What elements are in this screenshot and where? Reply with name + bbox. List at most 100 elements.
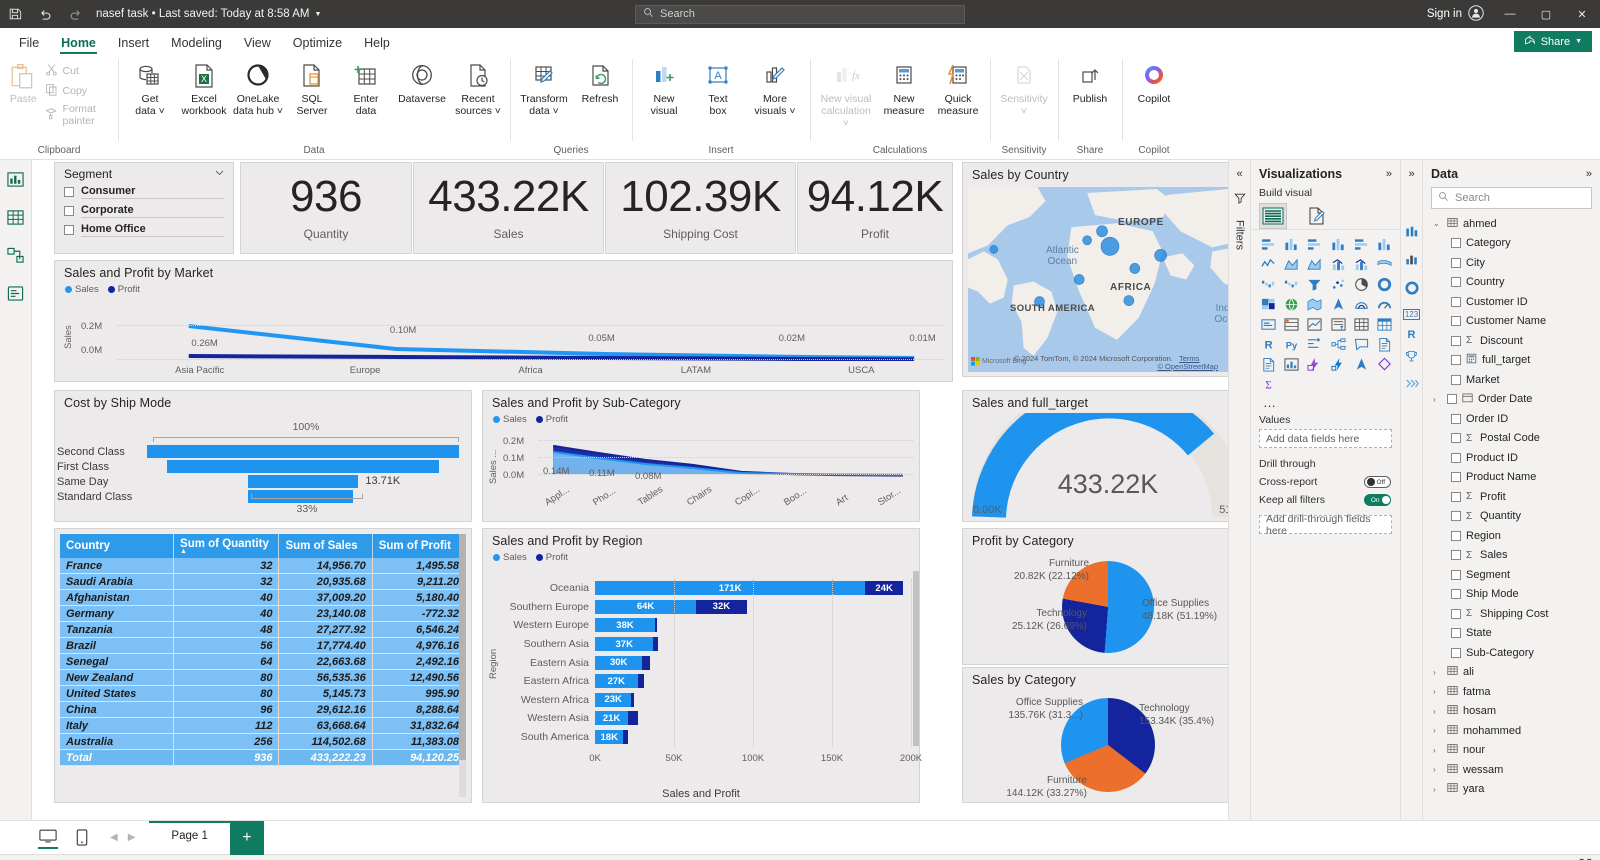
python-visual-icon[interactable]: Py: [1280, 335, 1302, 354]
sigma-icon[interactable]: Σ: [1257, 375, 1279, 394]
quick-measure-button[interactable]: Quick measure: [931, 56, 985, 118]
chevron-double-right-icon[interactable]: »: [1408, 168, 1414, 180]
table-row[interactable]: Brazil 56 17,774.40 4,976.16: [60, 637, 466, 654]
table-row[interactable]: Australia 256 114,502.68 11,383.08: [60, 733, 466, 750]
new-measure-button[interactable]: New measure: [877, 56, 931, 118]
visual-profit-by-category[interactable]: Profit by Category Furniture 20.82K (22.…: [962, 528, 1228, 665]
ribbon-tab-optimize[interactable]: Optimize: [282, 33, 353, 54]
table-row[interactable]: Italy 112 63,668.64 31,832.64: [60, 717, 466, 734]
table-icon[interactable]: [1350, 315, 1372, 334]
checkbox-icon[interactable]: [1451, 472, 1461, 483]
region-profit-bar[interactable]: [637, 674, 644, 689]
region-sales-bar[interactable]: 38K: [595, 618, 656, 633]
card-icon[interactable]: [1257, 315, 1279, 334]
checkbox-icon[interactable]: [1451, 628, 1461, 639]
visual-kpi-quantity[interactable]: 936 Quantity: [240, 162, 412, 254]
chevron-left-icon[interactable]: ◀: [110, 832, 118, 843]
share-button[interactable]: Share ▼: [1513, 31, 1592, 52]
qa-visual-icon[interactable]: [1350, 335, 1372, 354]
ribbon-chart-icon[interactable]: [1374, 255, 1396, 274]
region-bar-row[interactable]: Southern Asia 37K: [499, 635, 911, 654]
checkbox-icon[interactable]: [64, 206, 74, 216]
chevron-right-icon[interactable]: ▶: [128, 832, 136, 843]
data-table-node-ali[interactable]: › ali: [1423, 663, 1600, 683]
build-visual-icon[interactable]: [1259, 203, 1287, 229]
chevron-right-icon[interactable]: ›: [1433, 707, 1442, 716]
model-view-icon[interactable]: [5, 244, 27, 266]
checkbox-icon[interactable]: [1451, 355, 1461, 366]
data-field-category[interactable]: Category: [1423, 234, 1600, 254]
visual-sales-profit-by-sub-category[interactable]: Sales and Profit by Sub-Category Sales P…: [482, 390, 920, 522]
region-bar-row[interactable]: Western Africa 23K: [499, 691, 911, 710]
region-sales-bar[interactable]: 21K: [595, 711, 629, 726]
format-visual-icon[interactable]: [1303, 203, 1331, 229]
close-button[interactable]: ✕: [1564, 0, 1600, 28]
funnel-chart-icon[interactable]: [1304, 275, 1326, 294]
visual-kpi-sales[interactable]: 433.22K Sales: [413, 162, 604, 254]
visual-sales-by-country-map[interactable]: Sales by Country EUROPE AFRICA SOUTH AME…: [962, 162, 1228, 377]
checkbox-icon[interactable]: [1451, 530, 1461, 541]
data-field-quantity[interactable]: Σ Quantity: [1423, 507, 1600, 527]
chevron-double-right-icon[interactable]: »: [1386, 168, 1392, 180]
funnel-row[interactable]: Same Day 13.71K: [55, 474, 459, 489]
chevron-down-icon[interactable]: [214, 167, 225, 181]
copy-button[interactable]: Copy: [42, 82, 113, 100]
checkbox-icon[interactable]: [1451, 452, 1461, 463]
cut-button[interactable]: Cut: [42, 62, 113, 80]
region-bar-row[interactable]: Eastern Asia 30K: [499, 653, 911, 672]
region-bar-row[interactable]: Eastern Africa 27K: [499, 672, 911, 691]
region-sales-bar[interactable]: 23K: [595, 692, 632, 707]
chevron-down-icon[interactable]: ▼: [315, 11, 322, 18]
data-field-region[interactable]: Region: [1423, 526, 1600, 546]
stacked-area-chart-icon[interactable]: [1304, 255, 1326, 274]
chevron-down-icon[interactable]: ▼: [1575, 38, 1582, 45]
data-search-input[interactable]: Search: [1431, 187, 1592, 209]
keep-all-filters-toggle[interactable]: On: [1364, 494, 1391, 506]
paste-button[interactable]: Paste: [5, 56, 42, 106]
waterfall2-icon[interactable]: [1280, 275, 1302, 294]
table-row[interactable]: Germany 40 23,140.08 -772.32: [60, 605, 466, 622]
report-view-icon[interactable]: [5, 168, 27, 190]
visual-cost-by-ship-mode[interactable]: Cost by Ship Mode 100% Second Class Firs: [54, 390, 472, 522]
chevron-right-icon[interactable]: ›: [1433, 746, 1442, 755]
region-profit-bar[interactable]: [642, 655, 651, 670]
line-stacked-column-icon[interactable]: [1327, 255, 1349, 274]
data-field-order-date[interactable]: › Order Date: [1423, 390, 1600, 410]
azure-map-icon[interactable]: [1350, 295, 1372, 314]
data-field-product-name[interactable]: Product Name: [1423, 468, 1600, 488]
table-column-sum-of-sales[interactable]: Sum of Sales: [278, 534, 373, 558]
checkbox-icon[interactable]: [1451, 374, 1461, 385]
visual-kpi-profit[interactable]: 94.12K Profit: [797, 162, 953, 254]
checkbox-icon[interactable]: [64, 187, 74, 197]
maximize-button[interactable]: ▢: [1528, 0, 1564, 28]
mobile-view-icon[interactable]: [72, 827, 92, 849]
region-sales-bar[interactable]: 64K: [595, 599, 697, 614]
data-field-country[interactable]: Country: [1423, 273, 1600, 293]
data-table-node-yara[interactable]: › yara: [1423, 780, 1600, 800]
values-field-well[interactable]: Add data fields here: [1259, 429, 1392, 448]
data-field-postal-code[interactable]: Σ Postal Code: [1423, 429, 1600, 449]
legend-item-sales[interactable]: Sales: [493, 552, 527, 563]
decomposition-tree-icon[interactable]: [1327, 335, 1349, 354]
chevron-double-right-icon[interactable]: »: [1586, 168, 1592, 180]
visual-segment-slicer[interactable]: Segment Consumer Corporate Home Office: [54, 162, 234, 254]
data-field-sales[interactable]: Σ Sales: [1423, 546, 1600, 566]
clustered-bar-chart-icon[interactable]: [1304, 235, 1326, 254]
dax-query-view-icon[interactable]: [5, 282, 27, 304]
r-script-icon[interactable]: R: [1257, 335, 1279, 354]
clustered-column-icon[interactable]: [1405, 253, 1419, 272]
more-visuals-button[interactable]: More visuals ˅: [745, 56, 805, 118]
page-tab-page-1[interactable]: Page 1: [149, 821, 230, 854]
table-scrollbar[interactable]: [459, 534, 466, 797]
power-automate-icon[interactable]: [1327, 355, 1349, 374]
more-visuals-ellipsis[interactable]: …: [1251, 396, 1400, 410]
table-view-icon[interactable]: [5, 206, 27, 228]
data-field-market[interactable]: Market: [1423, 370, 1600, 390]
data-table[interactable]: Country Sum of Quantity ▲ Sum of Sales S…: [60, 534, 466, 766]
desktop-view-icon[interactable]: [38, 827, 58, 849]
transform-data-button[interactable]: Transform data ˅: [515, 56, 573, 118]
visual-sales-profit-by-region[interactable]: Sales and Profit by Region Sales Profit …: [482, 528, 922, 803]
funnel-row[interactable]: First Class: [55, 459, 459, 474]
visual-sales-profit-by-market[interactable]: Sales and Profit by Market Sales Profit …: [54, 260, 953, 382]
publish-button[interactable]: Publish: [1063, 56, 1117, 106]
